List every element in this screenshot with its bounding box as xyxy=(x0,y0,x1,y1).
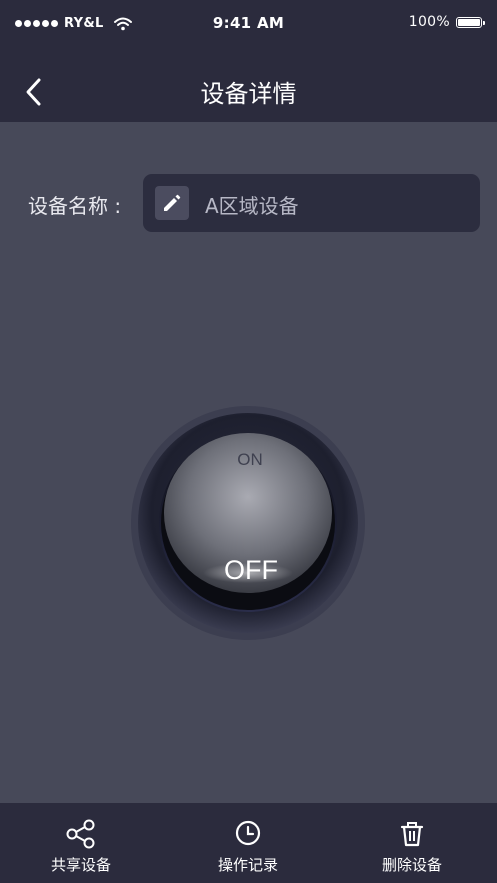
share-icon xyxy=(66,819,95,849)
battery-status: 100% xyxy=(408,14,485,30)
trash-icon xyxy=(400,822,424,847)
tab-share-device[interactable]: 共享设备 xyxy=(16,803,146,883)
page-title: 设备详情 xyxy=(200,80,297,108)
battery-icon xyxy=(456,16,485,28)
bottom-tab-bar: 共享设备 操作记录 删除设备 xyxy=(0,803,497,883)
tab-delete-device[interactable]: 删除设备 xyxy=(347,803,477,883)
tab-operation-log[interactable]: 操作记录 xyxy=(183,803,313,883)
header-bar: RY&L 9:41 AM 100% 设备详情 xyxy=(0,0,497,122)
status-bar: RY&L 9:41 AM 100% xyxy=(0,0,497,46)
switch-on-label: ON xyxy=(237,450,263,469)
tab-delete-device-label: 删除设备 xyxy=(381,856,442,874)
power-toggle-switch[interactable]: ON OFF xyxy=(130,405,366,641)
battery-percent: 100% xyxy=(408,14,450,30)
clock-icon xyxy=(235,820,261,846)
switch-off-label: OFF xyxy=(224,555,278,585)
device-name-label: 设备名称 : xyxy=(28,194,122,218)
tab-operation-log-label: 操作记录 xyxy=(217,856,278,874)
tab-share-device-label: 共享设备 xyxy=(50,856,111,874)
pencil-icon[interactable] xyxy=(155,186,189,220)
device-name-field[interactable]: A区域设备 xyxy=(143,174,480,232)
device-name-value: A区域设备 xyxy=(205,194,299,218)
